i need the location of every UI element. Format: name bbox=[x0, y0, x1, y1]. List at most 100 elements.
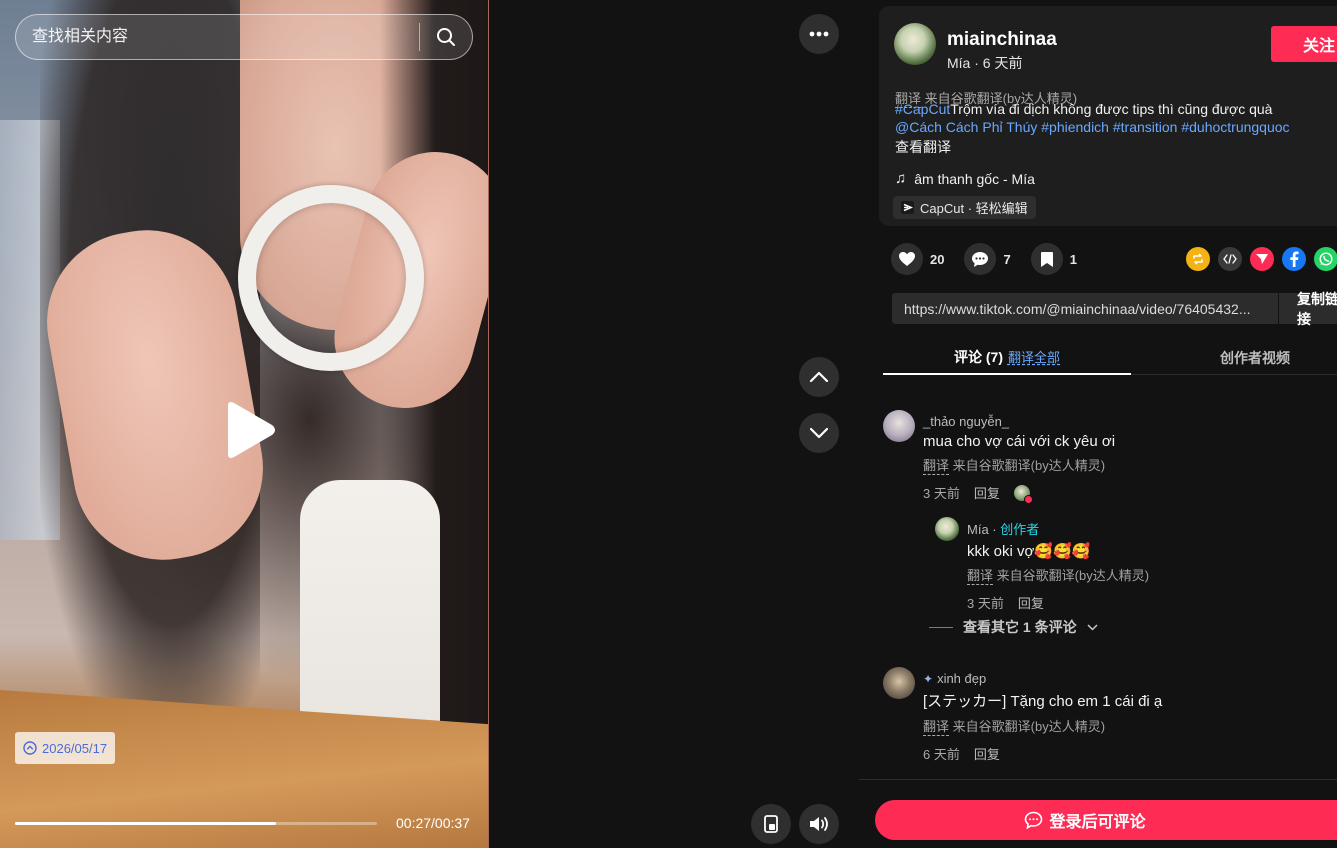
search-input[interactable] bbox=[16, 15, 419, 59]
whatsapp-icon bbox=[1319, 252, 1333, 266]
action-bar: 20 7 1 bbox=[891, 243, 1097, 275]
heart-icon bbox=[1023, 494, 1033, 504]
video-stage: 2026/05/17 00:27/00:37 bbox=[0, 0, 859, 848]
comment-translate-button[interactable]: 翻译 bbox=[923, 458, 950, 475]
divider bbox=[859, 779, 1337, 780]
repost-button[interactable] bbox=[1186, 247, 1210, 271]
more-button[interactable] bbox=[799, 14, 839, 54]
translate-all-button[interactable]: 翻译全部 bbox=[1008, 347, 1060, 366]
author-subline: Mía · 6 天前 bbox=[947, 55, 1023, 71]
tab-comments-label: 评论 (7) bbox=[953, 348, 1003, 365]
reply-translate: 翻译 来自谷歌翻译(by达人精灵) bbox=[967, 565, 1149, 585]
comment-username-line: ✦ xinh đẹp bbox=[923, 671, 1162, 686]
view-more-replies-label: 查看其它 1 条评论 bbox=[963, 619, 1077, 635]
music-title: âm thanh gốc - Mía bbox=[914, 170, 1035, 187]
comment-button[interactable] bbox=[964, 243, 997, 275]
caption-line-1: #CapCutTrộm vía đi dịch không được tips … bbox=[895, 101, 1272, 117]
progress-bar[interactable] bbox=[15, 822, 377, 825]
previous-video-button[interactable] bbox=[799, 357, 839, 397]
comment-item: _thảo nguyễn_ mua cho vợ cái với ck yêu … bbox=[923, 414, 1116, 504]
share-link-box: https://www.tiktok.com/@miainchinaa/vide… bbox=[892, 291, 1337, 327]
play-button[interactable] bbox=[222, 400, 278, 460]
comment-translate: 翻译 来自谷歌翻译(by达人精灵) bbox=[923, 716, 1162, 736]
share-link-text[interactable]: https://www.tiktok.com/@miainchinaa/vide… bbox=[892, 301, 1278, 317]
like-count: 20 bbox=[930, 251, 945, 267]
facebook-icon bbox=[1290, 251, 1299, 267]
hashtag-link[interactable]: #CapCut bbox=[895, 101, 950, 117]
share-icons bbox=[1186, 247, 1337, 271]
comment-avatar[interactable] bbox=[883, 667, 915, 699]
capcut-chip-label: CapCut · 轻松编辑 bbox=[920, 201, 1028, 216]
reply-username[interactable]: Mía · bbox=[967, 522, 1000, 537]
comment-username[interactable]: _thảo nguyễn_ bbox=[923, 414, 1115, 429]
capcut-icon bbox=[901, 201, 914, 214]
music-link[interactable]: ♫ âm thanh gốc - Mía bbox=[895, 170, 1035, 187]
whatsapp-share-button[interactable] bbox=[1314, 247, 1337, 271]
search-icon bbox=[437, 28, 455, 46]
comment-username[interactable]: xinh đẹp bbox=[937, 671, 986, 686]
reply-button[interactable]: 回复 bbox=[1018, 593, 1044, 612]
embed-button[interactable] bbox=[1218, 247, 1242, 271]
comment-count: 7 bbox=[1003, 251, 1011, 267]
search-bar bbox=[15, 14, 473, 60]
author-avatar[interactable] bbox=[894, 23, 936, 65]
volume-button[interactable] bbox=[799, 804, 839, 844]
reply-text: kkk oki vợ🥰🥰🥰 bbox=[967, 543, 1091, 560]
bookmark-count: 1 bbox=[1069, 251, 1077, 267]
search-button[interactable] bbox=[420, 15, 472, 59]
video-player[interactable]: 2026/05/17 00:27/00:37 bbox=[0, 0, 489, 848]
see-translation-link[interactable]: 查看翻译 bbox=[895, 137, 951, 157]
reply-translate-button[interactable]: 翻译 bbox=[967, 568, 994, 585]
reply-item: Mía · 创作者 kkk oki vợ🥰🥰🥰 翻译 来自谷歌翻译(by达人精灵… bbox=[967, 519, 1149, 612]
bookmark-button[interactable] bbox=[1030, 243, 1063, 275]
repost-icon bbox=[1193, 253, 1203, 265]
comment-item: ✦ xinh đẹp [ステッカー] Tặng cho em 1 cái đi … bbox=[923, 671, 1162, 763]
floating-player-button[interactable] bbox=[751, 804, 791, 844]
reply-meta: 3 天前 回复 bbox=[967, 593, 1149, 612]
jade-bangle bbox=[238, 185, 424, 371]
reply-time: 3 天前 bbox=[967, 596, 1004, 611]
send-to-friends-button[interactable] bbox=[1250, 247, 1274, 271]
divider-line bbox=[929, 626, 953, 628]
facebook-share-button[interactable] bbox=[1282, 247, 1306, 271]
comment-time: 6 天前 bbox=[923, 747, 960, 762]
description-card: miainchinaa Mía · 6 天前 关注 翻译 来自谷歌翻译(by达人… bbox=[879, 6, 1337, 226]
reply-username-line: Mía · 创作者 bbox=[967, 519, 1149, 538]
date-badge-text: 2026/05/17 bbox=[42, 740, 108, 756]
comment-avatar[interactable] bbox=[883, 410, 915, 442]
flair-icon: ✦ bbox=[923, 671, 934, 686]
login-to-comment-button[interactable]: 登录后可评论 bbox=[875, 800, 1337, 840]
follow-button[interactable]: 关注 bbox=[1271, 26, 1337, 62]
reply-button[interactable]: 回复 bbox=[974, 483, 1000, 502]
next-video-button[interactable] bbox=[799, 413, 839, 453]
tab-creator-videos[interactable]: 创作者视频 bbox=[1131, 340, 1337, 375]
comment-time: 3 天前 bbox=[923, 486, 960, 501]
reply-avatar[interactable] bbox=[935, 517, 959, 541]
music-note-icon: ♫ bbox=[895, 170, 907, 187]
capcut-chip[interactable]: CapCut · 轻松编辑 bbox=[893, 196, 1036, 219]
volume-icon bbox=[810, 817, 828, 831]
comment-icon bbox=[972, 251, 989, 267]
details-panel: miainchinaa Mía · 6 天前 关注 翻译 来自谷歌翻译(by达人… bbox=[859, 0, 1337, 848]
panel-tabs: 评论 (7) 翻译全部 创作者视频 bbox=[883, 340, 1337, 375]
reply-button[interactable]: 回复 bbox=[974, 744, 1000, 763]
author-username[interactable]: miainchinaa bbox=[947, 29, 1057, 51]
caption-tags[interactable]: @Cách Cách Phỉ Thúy #phiendich #transiti… bbox=[895, 119, 1290, 135]
progress-fill bbox=[15, 822, 276, 825]
tab-comments[interactable]: 评论 (7) 翻译全部 bbox=[883, 340, 1131, 375]
comment-text: [ステッカー] Tặng cho em 1 cái đi ạ bbox=[923, 693, 1163, 710]
copy-link-button[interactable]: 复制链接 bbox=[1278, 291, 1337, 327]
more-horizontal-icon bbox=[809, 31, 829, 37]
send-icon bbox=[1256, 254, 1268, 264]
view-more-replies-button[interactable]: 查看其它 1 条评论 bbox=[929, 617, 1098, 637]
comment-text: mua cho vợ cái với ck yêu ơi bbox=[923, 433, 1116, 450]
like-button[interactable] bbox=[891, 243, 923, 275]
comment-translate: 翻译 来自谷歌翻译(by达人精灵) bbox=[923, 455, 1115, 475]
playback-time: 00:27/00:37 bbox=[396, 815, 470, 831]
chevron-down-icon bbox=[809, 427, 829, 439]
date-badge[interactable]: 2026/05/17 bbox=[15, 732, 116, 764]
play-icon bbox=[228, 402, 275, 458]
comment-translate-button[interactable]: 翻译 bbox=[923, 719, 950, 736]
heart-icon bbox=[899, 252, 915, 266]
comment-meta: 6 天前 回复 bbox=[923, 744, 1162, 763]
